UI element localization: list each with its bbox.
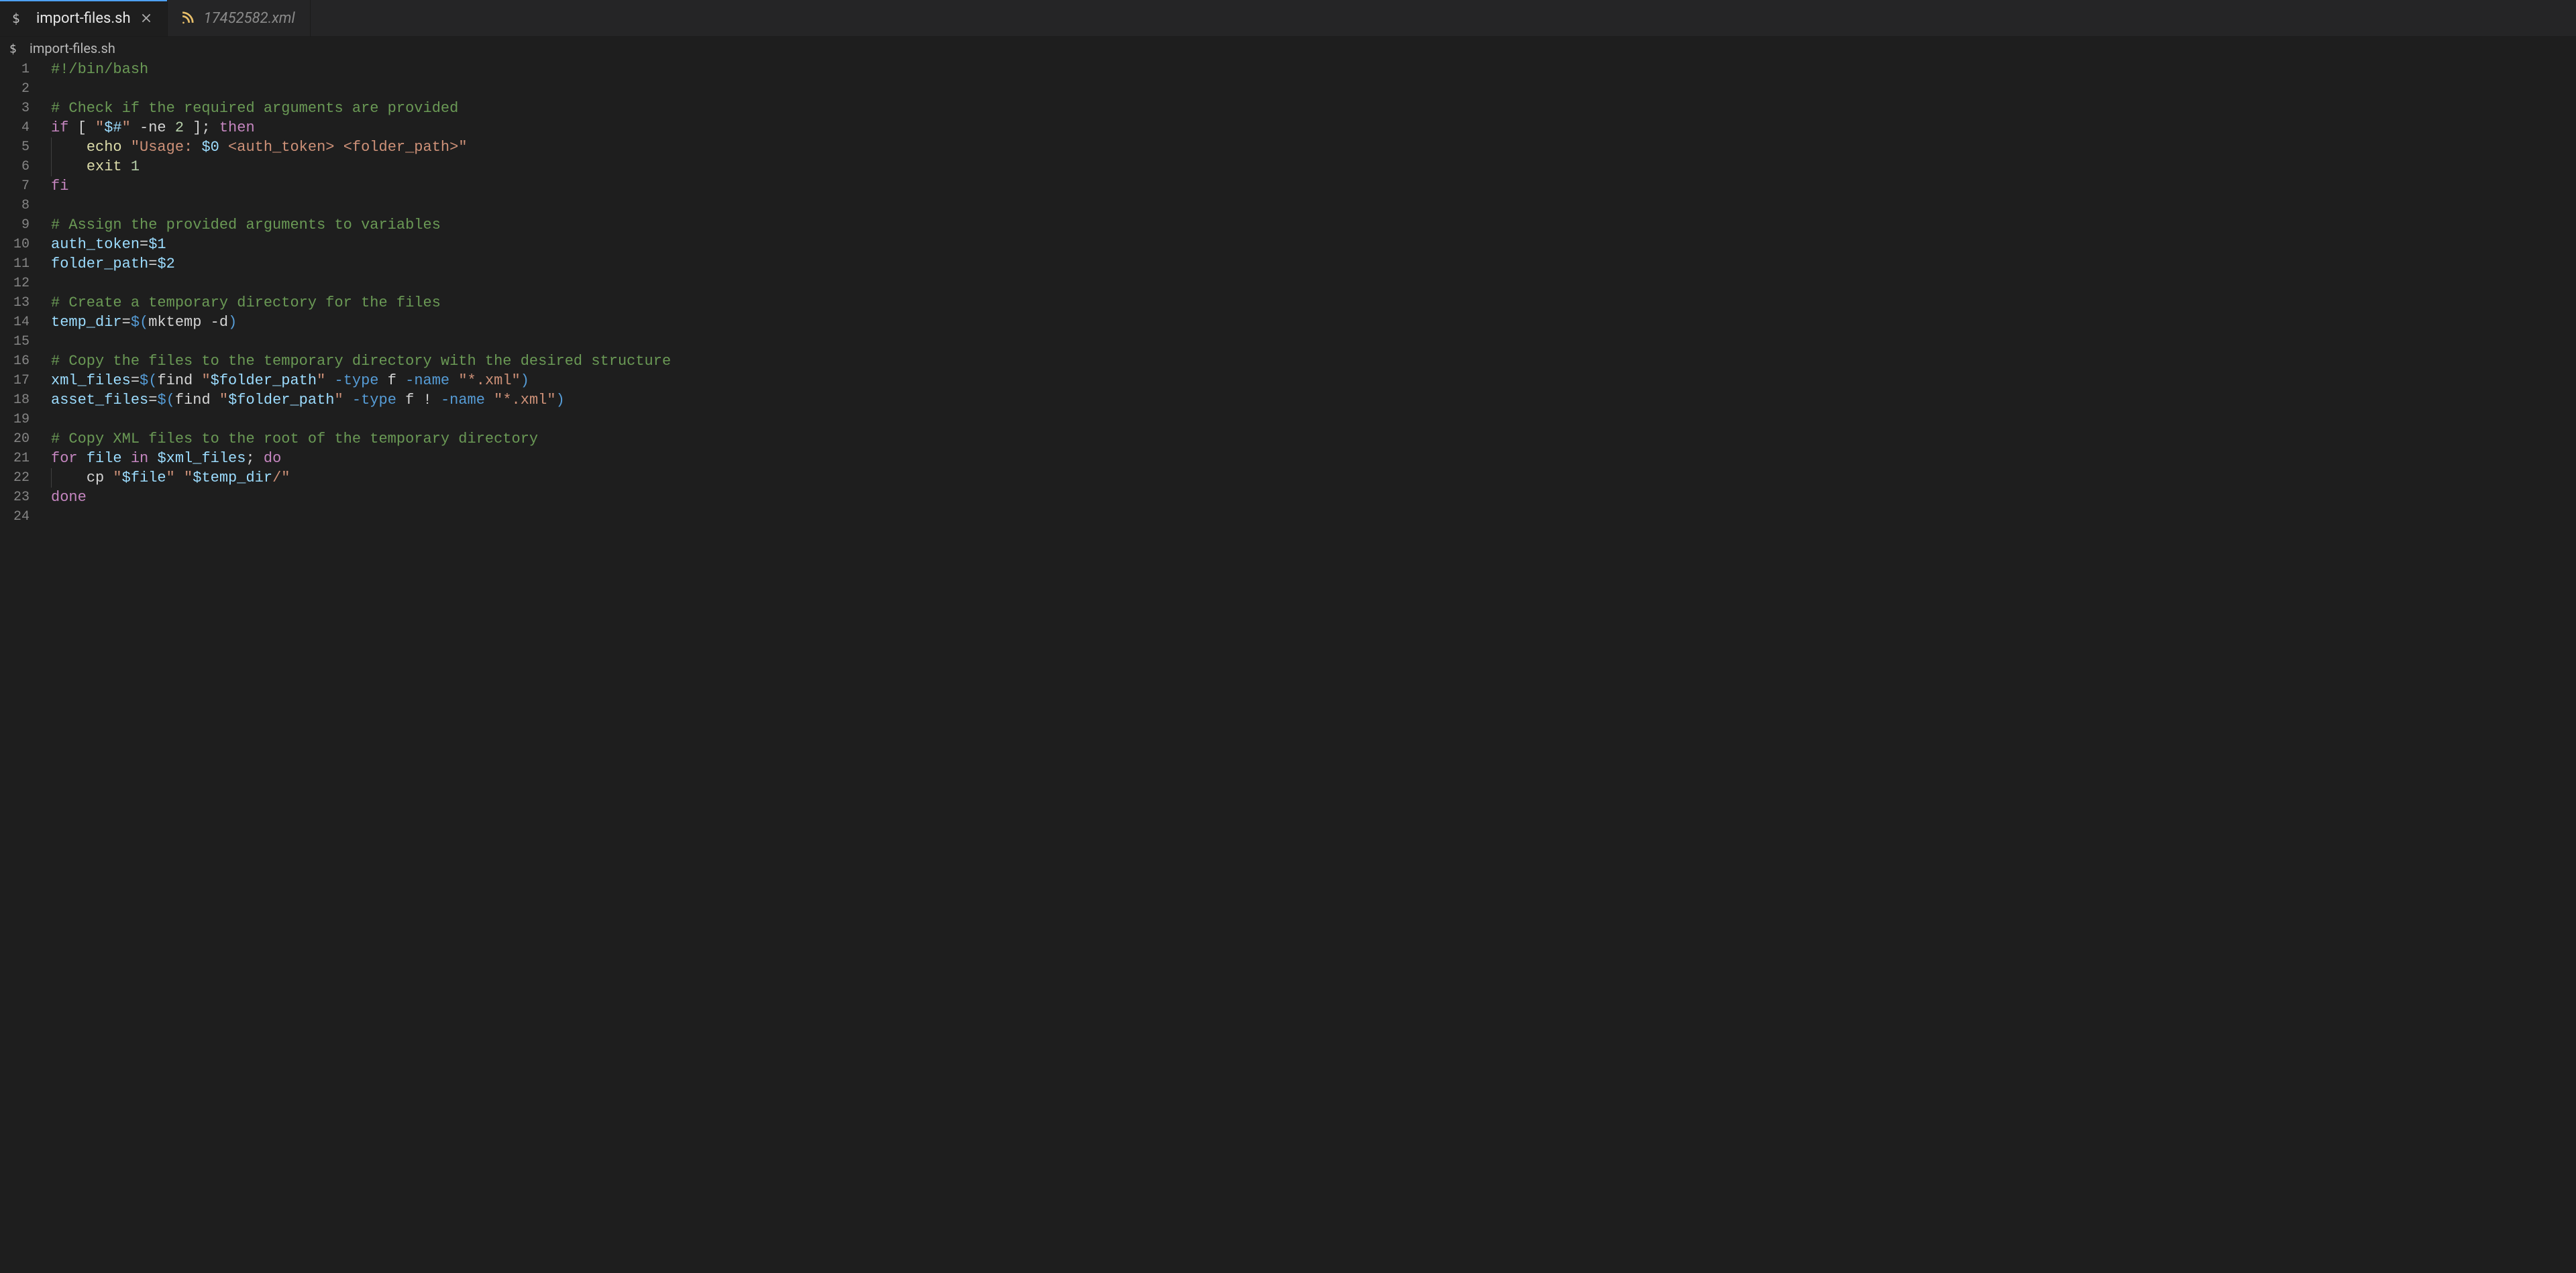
- code-line[interactable]: [51, 332, 2576, 351]
- tab-label: 17452582.xml: [204, 10, 295, 27]
- editor[interactable]: 123456789101112131415161718192021222324 …: [0, 60, 2576, 1273]
- line-number: 17: [0, 371, 30, 390]
- rss-icon: [180, 11, 195, 25]
- line-number: 11: [0, 254, 30, 274]
- code-line[interactable]: asset_files=$(find "$folder_path" -type …: [51, 390, 2576, 410]
- line-number: 10: [0, 235, 30, 254]
- code-line[interactable]: folder_path=$2: [51, 254, 2576, 274]
- code-line[interactable]: #!/bin/bash: [51, 60, 2576, 79]
- code-line[interactable]: [51, 410, 2576, 429]
- line-number: 21: [0, 449, 30, 468]
- line-number: 20: [0, 429, 30, 449]
- code-line[interactable]: temp_dir=$(mktemp -d): [51, 313, 2576, 332]
- line-number: 16: [0, 351, 30, 371]
- shell-file-icon: $: [12, 11, 27, 25]
- line-number: 1: [0, 60, 30, 79]
- line-number: 2: [0, 79, 30, 99]
- code-line[interactable]: for file in $xml_files; do: [51, 449, 2576, 468]
- close-icon[interactable]: [140, 12, 152, 24]
- line-number: 24: [0, 507, 30, 527]
- code-line[interactable]: exit 1: [51, 157, 2576, 176]
- line-number: 9: [0, 215, 30, 235]
- minimap[interactable]: [2502, 60, 2576, 1273]
- tab-label: import-files.sh: [36, 10, 131, 27]
- line-number: 6: [0, 157, 30, 176]
- code-line[interactable]: # Assign the provided arguments to varia…: [51, 215, 2576, 235]
- line-number: 23: [0, 488, 30, 507]
- line-number: 3: [0, 99, 30, 118]
- line-number: 19: [0, 410, 30, 429]
- code-line[interactable]: # Create a temporary directory for the f…: [51, 293, 2576, 313]
- line-number: 7: [0, 176, 30, 196]
- code-line[interactable]: if [ "$#" -ne 2 ]; then: [51, 118, 2576, 137]
- code-line[interactable]: xml_files=$(find "$folder_path" -type f …: [51, 371, 2576, 390]
- code-line[interactable]: done: [51, 488, 2576, 507]
- code-area[interactable]: #!/bin/bash # Check if the required argum…: [42, 60, 2576, 1273]
- code-line[interactable]: # Copy the files to the temporary direct…: [51, 351, 2576, 371]
- code-line[interactable]: echo "Usage: $0 <auth_token> <folder_pat…: [51, 137, 2576, 157]
- line-number: 8: [0, 196, 30, 215]
- line-number: 18: [0, 390, 30, 410]
- tab-import-files[interactable]: $ import-files.sh: [0, 0, 168, 36]
- line-number: 12: [0, 274, 30, 293]
- line-number: 14: [0, 313, 30, 332]
- line-number-gutter: 123456789101112131415161718192021222324: [0, 60, 42, 1273]
- svg-text:$: $: [12, 11, 20, 25]
- code-line[interactable]: [51, 79, 2576, 99]
- code-line[interactable]: cp "$file" "$temp_dir/": [51, 468, 2576, 488]
- code-line[interactable]: [51, 274, 2576, 293]
- tab-bar: $ import-files.sh 17452582.xml: [0, 0, 2576, 37]
- line-number: 13: [0, 293, 30, 313]
- line-number: 15: [0, 332, 30, 351]
- breadcrumb-label: import-files.sh: [30, 40, 115, 56]
- code-line[interactable]: # Copy XML files to the root of the temp…: [51, 429, 2576, 449]
- code-line[interactable]: auth_token=$1: [51, 235, 2576, 254]
- code-line[interactable]: [51, 196, 2576, 215]
- tab-xml-file[interactable]: 17452582.xml: [168, 0, 311, 36]
- line-number: 5: [0, 137, 30, 157]
- shell-file-icon: $: [9, 42, 23, 55]
- code-line[interactable]: fi: [51, 176, 2576, 196]
- line-number: 22: [0, 468, 30, 488]
- line-number: 4: [0, 118, 30, 137]
- svg-text:$: $: [9, 42, 17, 55]
- breadcrumb[interactable]: $ import-files.sh: [0, 37, 2576, 60]
- code-line[interactable]: # Check if the required arguments are pr…: [51, 99, 2576, 118]
- code-line[interactable]: [51, 507, 2576, 527]
